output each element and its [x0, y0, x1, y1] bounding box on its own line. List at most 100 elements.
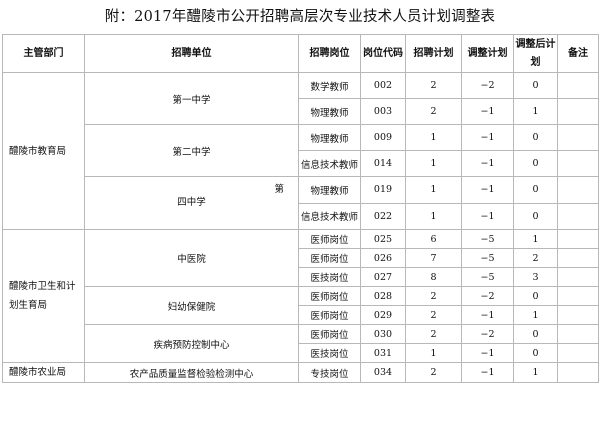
table-row: 第 四中学 物理教师 019 1 −1 0 — [3, 176, 599, 230]
plan-cell: 1 — [405, 176, 462, 204]
dept-cell: 醴陵市卫生和计划生育局 — [2, 229, 85, 363]
header-post: 招聘岗位 — [298, 34, 361, 73]
plan-cell: 8 — [405, 267, 462, 287]
table-row: 醴陵市卫生和计划生育局 中医院 医师岗位 025 6 −5 1 — [2, 229, 599, 363]
plan-cell: 2 — [405, 324, 462, 344]
code-cell: 025 — [360, 229, 406, 249]
post-cell: 医师岗位 — [298, 248, 361, 268]
adjust-cell: −1 — [461, 176, 514, 204]
adjust-cell: −2 — [461, 286, 514, 306]
code-cell: 031 — [360, 343, 406, 363]
after-cell: 0 — [513, 72, 558, 99]
adjust-cell: −1 — [461, 362, 514, 383]
after-cell: 0 — [513, 324, 558, 344]
table-row: 妇幼保健院 医师岗位 028 2 −2 0 — [3, 286, 599, 325]
note-cell — [557, 248, 599, 268]
note-cell — [557, 72, 599, 99]
header-dept: 主管部门 — [2, 34, 85, 73]
header-note: 备注 — [557, 34, 599, 73]
code-cell: 002 — [360, 72, 406, 99]
note-cell — [557, 124, 599, 151]
note-cell — [557, 305, 599, 325]
note-cell — [557, 324, 599, 344]
adjust-cell: −5 — [461, 267, 514, 287]
adjust-cell: −2 — [461, 72, 514, 99]
after-cell: 1 — [513, 305, 558, 325]
note-cell — [557, 150, 599, 177]
adjust-cell: −1 — [461, 98, 514, 125]
plan-cell: 7 — [405, 248, 462, 268]
note-cell — [557, 286, 599, 306]
plan-cell: 1 — [405, 343, 462, 363]
adjust-cell: −5 — [461, 248, 514, 268]
adjust-cell: −1 — [461, 305, 514, 325]
code-cell: 014 — [360, 150, 406, 177]
unit-name: 四中学 — [177, 197, 206, 208]
post-cell: 信息技术教师 — [298, 202, 361, 230]
unit-cell: 第二中学 — [84, 124, 299, 177]
note-cell — [557, 98, 599, 125]
table-row: 醴陵市农业局 农产品质量监督检验检测中心 专技岗位 034 2 −1 1 — [2, 362, 599, 383]
post-cell: 医师岗位 — [298, 305, 361, 325]
header-plan: 招聘计划 — [405, 34, 462, 73]
note-cell — [557, 202, 599, 230]
after-cell: 0 — [513, 150, 558, 177]
post-cell: 医技岗位 — [298, 267, 361, 287]
unit-cell: 中医院 — [84, 229, 299, 287]
plan-cell: 1 — [405, 124, 462, 151]
post-cell: 医技岗位 — [298, 343, 361, 363]
code-cell: 026 — [360, 248, 406, 268]
unit-cell: 妇幼保健院 — [84, 286, 299, 325]
plan-cell: 2 — [405, 98, 462, 125]
adjustment-table: 主管部门 招聘单位 招聘岗位 岗位代码 招聘计划 调整计划 调整后计划 备注 醴… — [2, 34, 599, 383]
after-cell: 0 — [513, 286, 558, 306]
note-cell — [557, 229, 599, 249]
code-cell: 019 — [360, 176, 406, 204]
after-cell: 1 — [513, 362, 558, 383]
table-row: 疾病预防控制中心 医师岗位 030 2 −2 0 — [3, 324, 599, 363]
after-cell: 0 — [513, 124, 558, 151]
note-cell — [557, 362, 599, 383]
page-title: 附：2017年醴陵市公开招聘高层次专业技术人员计划调整表 — [104, 9, 496, 25]
adjust-cell: −1 — [461, 202, 514, 230]
header-adjust: 调整计划 — [461, 34, 514, 73]
post-cell: 物理教师 — [298, 124, 361, 151]
plan-cell: 2 — [405, 305, 462, 325]
after-cell: 2 — [513, 248, 558, 268]
note-cell — [557, 176, 599, 204]
table-row: 第二中学 物理教师 009 1 −1 0 — [3, 124, 599, 177]
code-cell: 027 — [360, 267, 406, 287]
table-row: 醴陵市教育局 第一中学 数学教师 002 2 −2 0 — [2, 72, 599, 230]
after-cell: 3 — [513, 267, 558, 287]
header-code: 岗位代码 — [360, 34, 406, 73]
adjust-cell: −1 — [461, 124, 514, 151]
post-cell: 物理教师 — [298, 176, 361, 204]
post-cell: 数学教师 — [298, 72, 361, 99]
header-unit: 招聘单位 — [84, 34, 299, 73]
post-cell: 医师岗位 — [298, 324, 361, 344]
after-cell: 0 — [513, 202, 558, 230]
after-cell: 0 — [513, 343, 558, 363]
adjust-cell: −1 — [461, 343, 514, 363]
plan-cell: 1 — [405, 150, 462, 177]
code-cell: 028 — [360, 286, 406, 306]
plan-cell: 1 — [405, 202, 462, 230]
dept-cell: 醴陵市农业局 — [2, 362, 85, 383]
adjust-cell: −5 — [461, 229, 514, 249]
adjust-cell: −2 — [461, 324, 514, 344]
code-cell: 009 — [360, 124, 406, 151]
unit-cell: 第一中学 — [84, 72, 299, 125]
unit-side-mark: 第 — [274, 184, 284, 195]
post-cell: 信息技术教师 — [298, 150, 361, 177]
note-cell — [557, 343, 599, 363]
after-cell: 1 — [513, 229, 558, 249]
adjust-cell: −1 — [461, 150, 514, 177]
code-cell: 030 — [360, 324, 406, 344]
code-cell: 022 — [360, 202, 406, 230]
after-cell: 0 — [513, 176, 558, 204]
post-cell: 物理教师 — [298, 98, 361, 125]
dept-cell: 醴陵市教育局 — [2, 72, 85, 230]
code-cell: 003 — [360, 98, 406, 125]
header-after: 调整后计划 — [513, 34, 558, 73]
post-cell: 医师岗位 — [298, 286, 361, 306]
